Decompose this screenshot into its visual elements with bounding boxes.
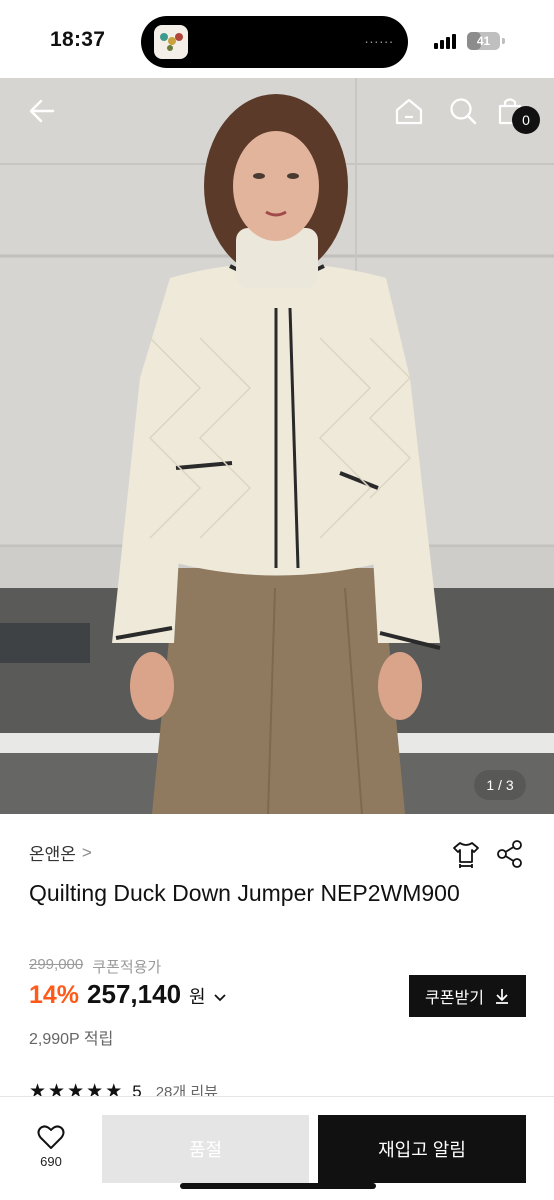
coupon-price-note: 쿠폰적용가	[92, 959, 162, 976]
status-time: 18:37	[50, 28, 106, 51]
back-arrow-icon	[29, 99, 55, 123]
product-image[interactable]	[0, 78, 554, 814]
product-photo	[0, 78, 554, 814]
back-button[interactable]	[22, 91, 62, 131]
get-coupon-label: 쿠폰받기	[425, 990, 484, 1007]
battery-cap	[502, 38, 505, 44]
top-navigation	[0, 78, 554, 148]
discount-rate: 14%	[29, 981, 80, 1009]
home-button[interactable]	[389, 91, 429, 131]
island-dots: ......	[364, 30, 394, 46]
image-pager: 1 / 3	[474, 770, 526, 800]
share-icon	[497, 840, 522, 868]
search-button[interactable]	[443, 91, 483, 131]
sold-out-button: 품절	[102, 1115, 309, 1183]
restock-alert-button[interactable]: 재입고 알림	[318, 1115, 526, 1183]
share-button[interactable]	[494, 838, 526, 875]
search-icon	[450, 98, 477, 125]
chevron-down-icon	[213, 991, 226, 1006]
app-thumbnail-icon	[154, 25, 188, 59]
home-icon	[395, 98, 423, 125]
dynamic-island: ......	[141, 16, 408, 68]
battery-icon: 41	[467, 32, 500, 50]
product-title: Quilting Duck Down Jumper NEP2WM900	[29, 880, 460, 906]
original-price-row: 299,000 쿠폰적용가	[29, 956, 161, 977]
size-guide-button[interactable]	[450, 838, 482, 875]
like-count: 690	[40, 1154, 62, 1169]
cart-count-badge: 0	[512, 106, 540, 134]
currency-label: 원	[189, 987, 206, 1007]
reward-points: 2,990P 적립	[29, 1031, 114, 1048]
heart-icon	[37, 1125, 65, 1149]
clothing-size-icon	[453, 842, 479, 868]
home-indicator	[180, 1183, 376, 1189]
download-icon	[495, 989, 508, 1004]
signal-icon	[434, 33, 456, 49]
battery-level: 41	[476, 34, 491, 48]
status-bar: 18:37 ...... 41	[0, 0, 554, 78]
get-coupon-button[interactable]: 쿠폰받기	[409, 975, 526, 1017]
brand-name: 온앤온	[29, 845, 76, 864]
brand-link[interactable]: 온앤온 >	[29, 840, 92, 865]
original-price: 299,000	[29, 956, 84, 973]
sale-price: 257,140	[87, 979, 182, 1009]
chevron-right-icon: >	[81, 842, 92, 862]
like-button[interactable]: 690	[20, 1124, 82, 1180]
price-row[interactable]: 14% 257,140 원	[29, 979, 226, 1010]
